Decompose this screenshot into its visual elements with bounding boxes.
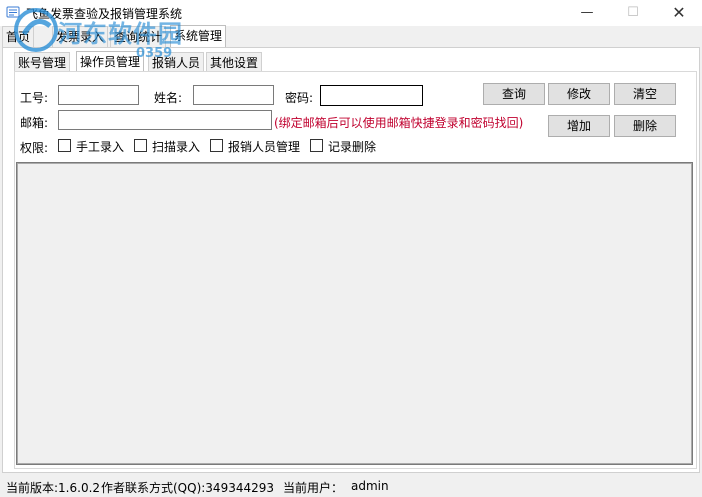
email-hint: (绑定邮箱后可以使用邮箱快捷登录和密码找回) xyxy=(274,116,524,130)
app-icon xyxy=(6,6,20,18)
clear-button[interactable]: 清空 xyxy=(614,83,676,105)
employee-id-label: 工号: xyxy=(20,91,49,105)
current-user-value: admin xyxy=(351,479,389,493)
operator-grid-body xyxy=(18,164,691,463)
maximize-button[interactable]: ☐ xyxy=(610,0,656,26)
email-label: 邮箱: xyxy=(20,116,49,130)
manual-entry-label[interactable]: 手工录入 xyxy=(76,138,124,155)
minimize-button[interactable]: — xyxy=(564,0,610,26)
name-label: 姓名: xyxy=(154,91,183,105)
staff-management-label[interactable]: 报销人员管理 xyxy=(228,138,300,155)
status-bar: 当前版本:1.6.0.2 作者联系方式(QQ):349344293 当前用户： … xyxy=(0,475,702,497)
scan-entry-checkbox[interactable] xyxy=(134,139,147,152)
current-user-label: 当前用户： xyxy=(283,481,344,495)
scan-entry-label[interactable]: 扫描录入 xyxy=(152,138,200,155)
password-input[interactable] xyxy=(320,85,423,106)
manual-entry-checkbox[interactable] xyxy=(58,139,71,152)
delete-button[interactable]: 删除 xyxy=(614,115,676,137)
add-button[interactable]: 增加 xyxy=(548,115,610,137)
employee-id-input[interactable] xyxy=(58,85,139,105)
email-input[interactable] xyxy=(58,110,272,130)
contact-text: 作者联系方式(QQ):349344293 xyxy=(101,481,275,495)
query-button[interactable]: 查询 xyxy=(483,83,545,105)
tab-home[interactable]: 首页 xyxy=(2,26,35,47)
tab-account-management[interactable]: 账号管理 xyxy=(14,52,71,73)
record-delete-checkbox[interactable] xyxy=(310,139,323,152)
name-input[interactable] xyxy=(193,85,274,105)
tab-other-settings[interactable]: 其他设置 xyxy=(206,52,263,73)
version-text: 当前版本:1.6.0.2 xyxy=(6,481,101,495)
modify-button[interactable]: 修改 xyxy=(548,83,610,105)
close-button[interactable]: ✕ xyxy=(656,0,702,26)
watermark-sub: 0359 xyxy=(136,46,173,61)
password-label: 密码: xyxy=(285,91,314,105)
permissions-label: 权限: xyxy=(20,141,49,155)
watermark-text: 河东软件园 xyxy=(58,20,183,48)
operator-grid[interactable] xyxy=(16,162,693,465)
record-delete-label[interactable]: 记录删除 xyxy=(328,138,376,155)
staff-management-checkbox[interactable] xyxy=(210,139,223,152)
